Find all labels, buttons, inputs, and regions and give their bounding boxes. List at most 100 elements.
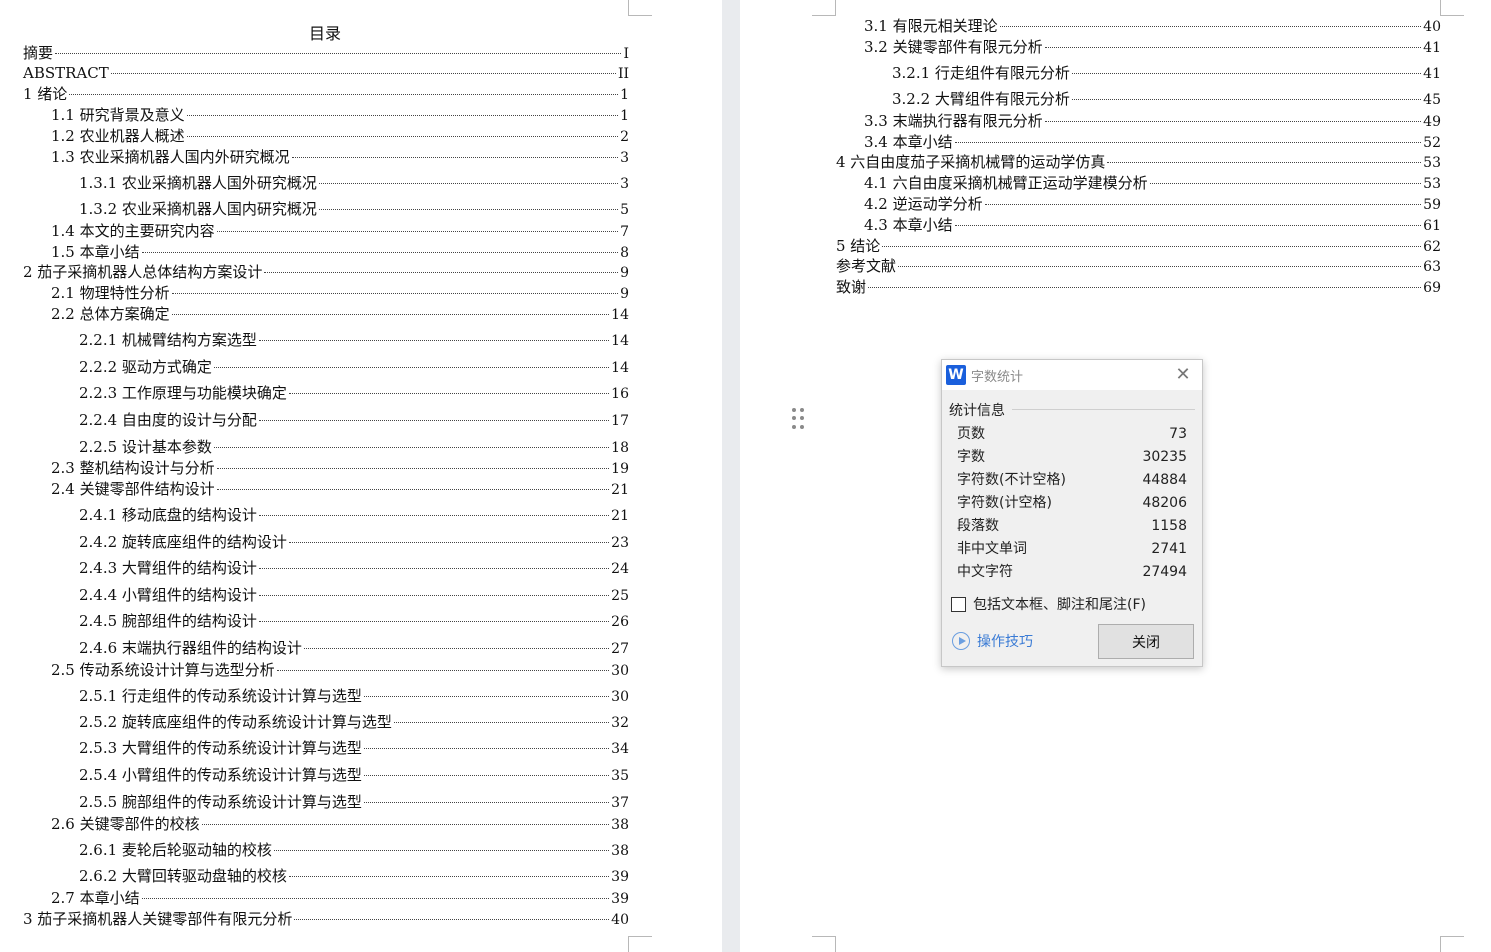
toc-entry-page: 8 bbox=[620, 245, 629, 261]
toc-entry[interactable]: 2.2.4 自由度的设计与分配 17 bbox=[79, 410, 629, 430]
toc-entry-title: 3.2 关键零部件有限元分析 bbox=[864, 38, 1043, 56]
toc-entry[interactable]: 2.5.2 旋转底座组件的传动系统设计计算与选型 32 bbox=[79, 712, 629, 732]
toc-leader-dots bbox=[303, 648, 610, 649]
toc-entry-title: 2.4.6 末端执行器组件的结构设计 bbox=[79, 639, 302, 657]
toc-entry[interactable]: 2.5 传动系统设计计算与选型分析 30 bbox=[51, 660, 629, 680]
toc-entry-page: 41 bbox=[1423, 40, 1441, 56]
toc-entry-page: I bbox=[623, 46, 629, 62]
toc-entry[interactable]: 2.5.5 腕部组件的传动系统设计计算与选型 37 bbox=[79, 792, 629, 812]
toc-entry[interactable]: 2.4.3 大臂组件的结构设计 24 bbox=[79, 558, 629, 578]
toc-entry-title: 2.5.1 行走组件的传动系统设计计算与选型 bbox=[79, 687, 362, 705]
toc-entry[interactable]: 3 茄子采摘机器人关键零部件有限元分析 40 bbox=[23, 909, 629, 929]
toc-entry-page: II bbox=[617, 66, 629, 82]
toc-entry[interactable]: 2.3 整机结构设计与分析 19 bbox=[51, 458, 629, 478]
toc-entry[interactable]: 4.2 逆运动学分析 59 bbox=[864, 194, 1441, 214]
toc-entry-page: 25 bbox=[611, 588, 629, 604]
toc-entry[interactable]: 2.4.4 小臂组件的结构设计 25 bbox=[79, 585, 629, 605]
toc-entry-title: 2.5.5 腕部组件的传动系统设计计算与选型 bbox=[79, 793, 362, 811]
toc-entry[interactable]: 3.2.1 行走组件有限元分析 41 bbox=[892, 63, 1441, 83]
toc-entry[interactable]: 2.4 关键零部件结构设计 21 bbox=[51, 479, 629, 499]
toc-entry[interactable]: 2.4.1 移动底盘的结构设计 21 bbox=[79, 505, 629, 525]
toc-entry[interactable]: 1.4 本文的主要研究内容 7 bbox=[51, 221, 629, 241]
toc-entry[interactable]: 2 茄子采摘机器人总体结构方案设计 9 bbox=[23, 262, 629, 282]
close-button[interactable]: 关闭 bbox=[1098, 624, 1194, 659]
toc-leader-dots bbox=[984, 204, 1422, 205]
toc-entry-page: 38 bbox=[611, 817, 629, 833]
toc-entry[interactable]: 1.3 农业采摘机器人国内外研究概况 3 bbox=[51, 147, 629, 167]
toc-entry[interactable]: 2.6 关键零部件的校核 38 bbox=[51, 814, 629, 834]
toc-entry[interactable]: 参考文献 63 bbox=[836, 256, 1441, 276]
toc-entry[interactable]: 1.1 研究背景及意义 1 bbox=[51, 105, 629, 125]
toc-entry-page: 69 bbox=[1423, 280, 1441, 296]
toc-entry-title: 3.1 有限元相关理论 bbox=[864, 17, 998, 35]
toc-entry[interactable]: 2.5.4 小臂组件的传动系统设计计算与选型 35 bbox=[79, 765, 629, 785]
toc-entry[interactable]: 2.6.2 大臂回转驱动盘轴的校核 39 bbox=[79, 866, 629, 886]
stat-value: 48206 bbox=[1142, 495, 1187, 511]
dialog-titlebar[interactable]: W 字数统计 ✕ bbox=[942, 360, 1202, 390]
toc-entry[interactable]: 2.2.3 工作原理与功能模块确定 16 bbox=[79, 383, 629, 403]
toc-entry[interactable]: 2.2.2 驱动方式确定 14 bbox=[79, 357, 629, 377]
toc-entry[interactable]: 2.6.1 麦轮后轮驱动轴的校核 38 bbox=[79, 840, 629, 860]
toc-entry[interactable]: 5 结论 62 bbox=[836, 236, 1441, 256]
stat-row-chars-with-spaces: 字符数(计空格) 48206 bbox=[957, 492, 1187, 514]
toc-entry[interactable]: 3.1 有限元相关理论 40 bbox=[864, 16, 1441, 36]
toc-leader-dots bbox=[55, 53, 622, 54]
toc-entry-page: 26 bbox=[611, 614, 629, 630]
toc-entry[interactable]: 1.3.2 农业采摘机器人国内研究概况 5 bbox=[79, 199, 629, 219]
toc-entry-title: 4 六自由度茄子采摘机械臂的运动学仿真 bbox=[836, 153, 1106, 171]
stat-row-chars-no-spaces: 字符数(不计空格) 44884 bbox=[957, 469, 1187, 491]
toc-entry[interactable]: 2.2.5 设计基本参数 18 bbox=[79, 437, 629, 457]
toc-leader-dots bbox=[1149, 183, 1422, 184]
toc-entry[interactable]: 2.5.3 大臂组件的传动系统设计计算与选型 34 bbox=[79, 738, 629, 758]
toc-leader-dots bbox=[69, 94, 619, 95]
toc-entry-title: 2.7 本章小结 bbox=[51, 889, 140, 907]
toc-entry-title: 4.1 六自由度采摘机械臂正运动学建模分析 bbox=[864, 174, 1148, 192]
checkbox-box[interactable] bbox=[951, 596, 966, 612]
toc-entry[interactable]: 2.7 本章小结 39 bbox=[51, 888, 629, 908]
toc-entry[interactable]: 1.3.1 农业采摘机器人国外研究概况 3 bbox=[79, 173, 629, 193]
toc-entry[interactable]: 3.2 关键零部件有限元分析 41 bbox=[864, 37, 1441, 57]
toc-entry-title: 1.3.2 农业采摘机器人国内研究概况 bbox=[79, 200, 317, 218]
stat-row-words: 字数 30235 bbox=[957, 446, 1187, 468]
toc-leader-dots bbox=[258, 515, 610, 516]
toc-entry[interactable]: 4.1 六自由度采摘机械臂正运动学建模分析 53 bbox=[864, 173, 1441, 193]
toc-entry[interactable]: 2.1 物理特性分析 9 bbox=[51, 283, 629, 303]
toc-entry[interactable]: 4.3 本章小结 61 bbox=[864, 215, 1441, 235]
toc-entry-page: 3 bbox=[620, 150, 629, 166]
toc-entry-page: 52 bbox=[1423, 135, 1441, 151]
toc-entry[interactable]: 摘要 I bbox=[23, 43, 629, 63]
toc-entry[interactable]: 2.5.1 行走组件的传动系统设计计算与选型 30 bbox=[79, 686, 629, 706]
toc-entry[interactable]: 致谢 69 bbox=[836, 277, 1441, 297]
toc-entry[interactable]: 2.4.6 末端执行器组件的结构设计 27 bbox=[79, 638, 629, 658]
toc-entry[interactable]: 1.2 农业机器人概述 2 bbox=[51, 126, 629, 146]
toc-entry-page: 32 bbox=[611, 715, 629, 731]
toc-entry[interactable]: ABSTRACT II bbox=[23, 63, 629, 83]
toc-leader-dots bbox=[258, 420, 610, 421]
toc-entry-title: 3.3 末端执行器有限元分析 bbox=[864, 112, 1043, 130]
tips-link[interactable]: 操作技巧 bbox=[952, 631, 1033, 651]
toc-entry[interactable]: 3.2.2 大臂组件有限元分析 45 bbox=[892, 89, 1441, 109]
toc-entry-title: 2.5.4 小臂组件的传动系统设计计算与选型 bbox=[79, 766, 362, 784]
toc-entry-page: 41 bbox=[1423, 66, 1441, 82]
include-textbox-footnote-checkbox[interactable]: 包括文本框、脚注和尾注(F) bbox=[951, 594, 1146, 614]
toc-entry[interactable]: 3.3 末端执行器有限元分析 49 bbox=[864, 111, 1441, 131]
toc-entry[interactable]: 1.5 本章小结 8 bbox=[51, 242, 629, 262]
toc-entry-page: 14 bbox=[611, 360, 629, 376]
toc-leader-dots bbox=[141, 898, 610, 899]
stat-label: 非中文单词 bbox=[957, 541, 1027, 557]
toc-entry[interactable]: 2.4.5 腕部组件的结构设计 26 bbox=[79, 611, 629, 631]
toc-entry[interactable]: 2.2.1 机械臂结构方案选型 14 bbox=[79, 330, 629, 350]
toc-entry[interactable]: 1 绪论 1 bbox=[23, 84, 629, 104]
drag-handle-icon[interactable] bbox=[792, 408, 804, 430]
toc-entry[interactable]: 4 六自由度茄子采摘机械臂的运动学仿真 53 bbox=[836, 152, 1441, 172]
toc-entry-title: 1.5 本章小结 bbox=[51, 243, 140, 261]
toc-entry-title: 1.2 农业机器人概述 bbox=[51, 127, 185, 145]
toc-entry[interactable]: 3.4 本章小结 52 bbox=[864, 132, 1441, 152]
toc-entry-page: 21 bbox=[611, 508, 629, 524]
toc-entry-title: 2.4 关键零部件结构设计 bbox=[51, 480, 215, 498]
toc-entry[interactable]: 2.4.2 旋转底座组件的结构设计 23 bbox=[79, 532, 629, 552]
toc-entry[interactable]: 2.2 总体方案确定 14 bbox=[51, 304, 629, 324]
toc-entry-title: 2.2.1 机械臂结构方案选型 bbox=[79, 331, 257, 349]
toc-entry-page: 5 bbox=[620, 202, 629, 218]
close-icon[interactable]: ✕ bbox=[1172, 364, 1194, 386]
